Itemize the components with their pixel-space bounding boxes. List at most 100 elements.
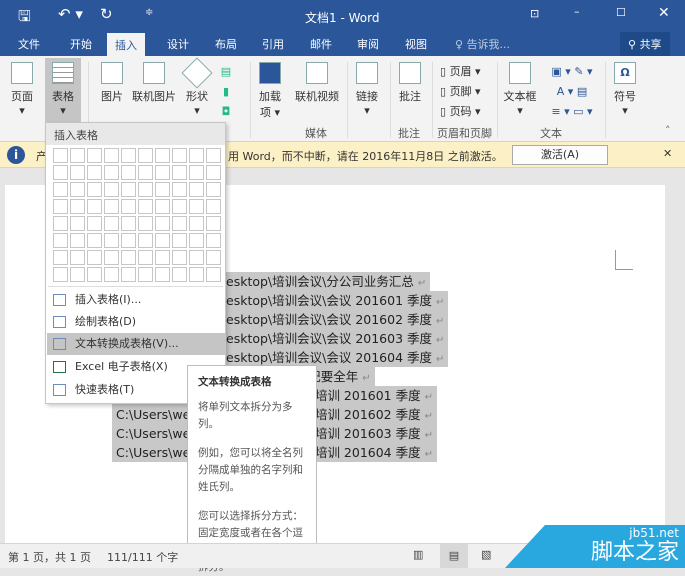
grid-cell[interactable] bbox=[155, 233, 170, 248]
customize-qat-icon[interactable]: ≑ bbox=[145, 7, 153, 18]
table-button[interactable]: 表格 ▾ bbox=[45, 58, 81, 124]
grid-cell[interactable] bbox=[70, 199, 85, 214]
grid-cell[interactable] bbox=[53, 148, 68, 163]
grid-cell[interactable] bbox=[104, 199, 119, 214]
grid-cell[interactable] bbox=[172, 267, 187, 282]
grid-cell[interactable] bbox=[172, 216, 187, 231]
tab-design[interactable]: 设计 bbox=[167, 36, 189, 52]
symbol-button[interactable]: Ω 符号 ▾ bbox=[610, 62, 640, 117]
grid-cell[interactable] bbox=[104, 182, 119, 197]
grid-cell[interactable] bbox=[138, 165, 153, 180]
grid-cell[interactable] bbox=[172, 233, 187, 248]
web-layout-icon[interactable]: ▧ bbox=[481, 548, 491, 561]
grid-cell[interactable] bbox=[70, 182, 85, 197]
grid-cell[interactable] bbox=[70, 250, 85, 265]
grid-cell[interactable] bbox=[104, 148, 119, 163]
grid-cell[interactable] bbox=[189, 148, 204, 163]
page-number-button[interactable]: ▯ 页码 ▾ bbox=[440, 102, 481, 122]
collapse-ribbon-icon[interactable]: ˄ bbox=[665, 124, 671, 137]
grid-cell[interactable] bbox=[172, 199, 187, 214]
grid-cell[interactable] bbox=[70, 148, 85, 163]
grid-cell[interactable] bbox=[104, 267, 119, 282]
header-button[interactable]: ▯ 页眉 ▾ bbox=[440, 62, 481, 82]
grid-cell[interactable] bbox=[138, 182, 153, 197]
grid-cell[interactable] bbox=[70, 216, 85, 231]
shapes-button[interactable]: 形状 ▾ bbox=[181, 57, 213, 117]
grid-cell[interactable] bbox=[206, 250, 221, 265]
menu-item-insert-table[interactable]: 插入表格(I)... bbox=[47, 289, 225, 311]
grid-cell[interactable] bbox=[138, 250, 153, 265]
page-count[interactable]: 第 1 页，共 1 页 bbox=[8, 549, 91, 565]
tab-view[interactable]: 视图 bbox=[405, 36, 427, 52]
grid-cell[interactable] bbox=[87, 165, 102, 180]
online-picture-button[interactable]: 联机图片 bbox=[131, 62, 177, 104]
maximize-button[interactable]: ☐ bbox=[616, 6, 626, 19]
menu-item-convert-text-to-table[interactable]: 文本转换成表格(V)... bbox=[47, 333, 225, 355]
grid-cell[interactable] bbox=[189, 233, 204, 248]
grid-cell[interactable] bbox=[53, 250, 68, 265]
redo-icon[interactable]: ↻ bbox=[100, 5, 113, 23]
grid-cell[interactable] bbox=[104, 216, 119, 231]
grid-cell[interactable] bbox=[138, 267, 153, 282]
grid-cell[interactable] bbox=[87, 216, 102, 231]
grid-cell[interactable] bbox=[155, 148, 170, 163]
tab-references[interactable]: 引用 bbox=[262, 36, 284, 52]
grid-cell[interactable] bbox=[121, 233, 136, 248]
ribbon-display-icon[interactable]: ⊡ bbox=[530, 7, 539, 20]
grid-cell[interactable] bbox=[70, 165, 85, 180]
grid-cell[interactable] bbox=[206, 267, 221, 282]
tab-mailings[interactable]: 邮件 bbox=[310, 36, 332, 52]
grid-cell[interactable] bbox=[155, 182, 170, 197]
grid-cell[interactable] bbox=[155, 216, 170, 231]
undo-icon[interactable]: ↶ ▾ bbox=[58, 5, 83, 23]
grid-cell[interactable] bbox=[206, 182, 221, 197]
print-layout-icon[interactable]: ▤ bbox=[440, 544, 468, 568]
tab-layout[interactable]: 布局 bbox=[215, 36, 237, 52]
grid-cell[interactable] bbox=[121, 182, 136, 197]
grid-cell[interactable] bbox=[155, 199, 170, 214]
grid-cell[interactable] bbox=[172, 148, 187, 163]
grid-cell[interactable] bbox=[70, 267, 85, 282]
grid-cell[interactable] bbox=[189, 267, 204, 282]
link-button[interactable]: 链接 ▾ bbox=[352, 62, 382, 117]
smartart-chart-screenshot-icons[interactable]: ▤ ▮ ◘ bbox=[218, 62, 234, 122]
grid-cell[interactable] bbox=[53, 165, 68, 180]
picture-button[interactable]: 图片 bbox=[96, 62, 128, 104]
grid-cell[interactable] bbox=[87, 250, 102, 265]
share-button[interactable]: ⚲ 共享 bbox=[620, 32, 670, 56]
text-small-buttons[interactable]: ▣ ▾ ✎ ▾ A ▾ ▤ ≡ ▾ ▭ ▾ bbox=[542, 62, 602, 122]
close-button[interactable]: ✕ bbox=[658, 5, 670, 21]
grid-cell[interactable] bbox=[189, 216, 204, 231]
grid-cell[interactable] bbox=[155, 267, 170, 282]
grid-cell[interactable] bbox=[87, 182, 102, 197]
grid-cell[interactable] bbox=[206, 216, 221, 231]
grid-cell[interactable] bbox=[87, 148, 102, 163]
online-video-button[interactable]: 联机视频 bbox=[294, 62, 340, 104]
grid-cell[interactable] bbox=[121, 250, 136, 265]
grid-cell[interactable] bbox=[121, 199, 136, 214]
grid-cell[interactable] bbox=[104, 250, 119, 265]
grid-cell[interactable] bbox=[121, 148, 136, 163]
grid-cell[interactable] bbox=[104, 233, 119, 248]
menu-item-draw-table[interactable]: 绘制表格(D) bbox=[47, 311, 225, 333]
close-message-icon[interactable]: ✕ bbox=[663, 147, 672, 160]
grid-cell[interactable] bbox=[121, 216, 136, 231]
grid-cell[interactable] bbox=[121, 165, 136, 180]
grid-cell[interactable] bbox=[53, 216, 68, 231]
tab-insert[interactable]: 插入 bbox=[107, 33, 145, 56]
tab-file[interactable]: 文件 bbox=[18, 36, 40, 52]
word-count[interactable]: 111/111 个字 bbox=[107, 549, 178, 565]
activate-button[interactable]: 激活(A) bbox=[512, 145, 608, 165]
tab-home[interactable]: 开始 bbox=[70, 36, 92, 52]
tell-me-search[interactable]: ♀ 告诉我... bbox=[455, 36, 510, 52]
grid-cell[interactable] bbox=[206, 148, 221, 163]
grid-cell[interactable] bbox=[189, 250, 204, 265]
grid-cell[interactable] bbox=[206, 233, 221, 248]
grid-cell[interactable] bbox=[53, 233, 68, 248]
grid-cell[interactable] bbox=[206, 199, 221, 214]
comment-button[interactable]: 批注 bbox=[395, 62, 425, 104]
grid-cell[interactable] bbox=[87, 267, 102, 282]
textbox-button[interactable]: 文本框 ▾ bbox=[502, 62, 538, 117]
grid-cell[interactable] bbox=[172, 182, 187, 197]
grid-cell[interactable] bbox=[189, 182, 204, 197]
